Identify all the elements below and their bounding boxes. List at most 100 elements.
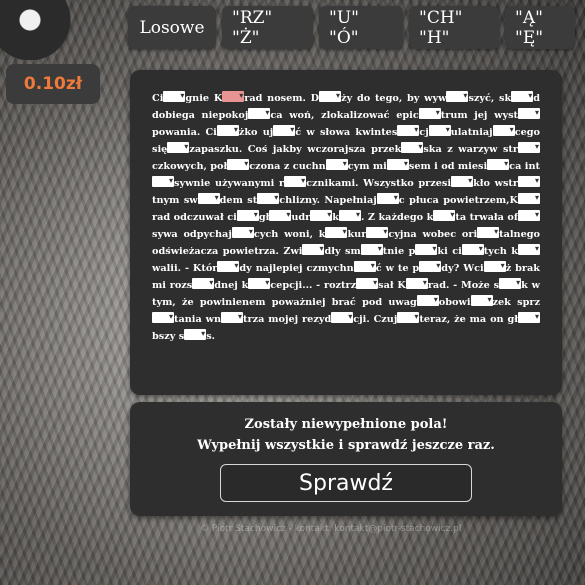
gap-dropdown[interactable] — [184, 325, 207, 342]
text-fragment: teraz, że ma on gł — [419, 314, 518, 325]
gap-dropdown[interactable] — [325, 155, 348, 172]
gap-dropdown[interactable] — [483, 257, 506, 274]
text-fragment: sywnie używanymi r — [174, 178, 285, 189]
gap-dropdown[interactable] — [152, 308, 174, 325]
gap-dropdown[interactable] — [360, 240, 383, 257]
text-fragment: rad nosem. D — [244, 93, 320, 104]
gap-dropdown[interactable] — [419, 257, 442, 274]
text-fragment: kur — [347, 229, 367, 240]
gap-dropdown[interactable] — [397, 121, 420, 138]
gap-dropdown[interactable] — [152, 172, 174, 189]
gap-dropdown[interactable] — [236, 206, 259, 223]
gap-dropdown[interactable] — [167, 138, 190, 155]
cat-logo-icon — [0, 0, 90, 60]
gap-dropdown[interactable] — [331, 308, 354, 325]
text-fragment: żko uj — [238, 127, 274, 138]
gap-dropdown[interactable] — [257, 189, 280, 206]
text-fragment: gł — [258, 212, 270, 223]
gap-dropdown[interactable] — [325, 223, 348, 240]
text-fragment: rad odczuwał ci — [152, 212, 237, 223]
gap-dropdown[interactable] — [197, 189, 220, 206]
gap-dropdown[interactable] — [470, 291, 493, 308]
gap-dropdown[interactable] — [433, 206, 456, 223]
text-fragment: udr — [291, 212, 311, 223]
text-fragment: cji. Czuj — [353, 314, 398, 325]
gap-dropdown[interactable] — [499, 274, 522, 291]
gap-dropdown[interactable] — [216, 121, 239, 138]
result-line-1: Zostały niewypełnione pola! — [244, 417, 448, 432]
gap-dropdown[interactable] — [227, 155, 250, 172]
gap-dropdown[interactable] — [518, 240, 540, 257]
gap-dropdown[interactable] — [248, 104, 271, 121]
gap-dropdown[interactable] — [222, 87, 245, 104]
gap-dropdown[interactable] — [492, 121, 515, 138]
tab-u-o[interactable]: "U" "Ó" — [319, 6, 403, 49]
price-badge: 0.10zł — [6, 64, 100, 104]
gap-dropdown[interactable] — [405, 274, 428, 291]
gap-dropdown[interactable] — [518, 104, 540, 121]
text-fragment: ży do tego, by wyw — [341, 93, 447, 104]
gap-dropdown[interactable] — [518, 138, 540, 155]
gap-dropdown[interactable] — [284, 172, 307, 189]
gap-dropdown[interactable] — [428, 121, 451, 138]
gap-dropdown[interactable] — [163, 87, 186, 104]
gap-dropdown[interactable] — [518, 206, 541, 223]
text-fragment: cym mi — [347, 161, 387, 172]
tab-ch-h[interactable]: "CH" "H" — [409, 6, 499, 49]
text-fragment: tnym sw — [152, 195, 198, 206]
result-panel: Zostały niewypełnione pola! Wypełnij wsz… — [130, 402, 562, 516]
gap-dropdown[interactable] — [401, 138, 424, 155]
gap-dropdown[interactable] — [518, 172, 540, 189]
text-fragment: cj — [419, 127, 429, 138]
gap-dropdown[interactable] — [217, 257, 240, 274]
gap-dropdown[interactable] — [511, 87, 534, 104]
text-fragment: dy najlepiej czmychn — [239, 263, 354, 274]
gap-dropdown[interactable] — [477, 223, 500, 240]
text-fragment: sywa odpychaj — [152, 229, 232, 240]
gap-dropdown[interactable] — [446, 87, 469, 104]
text-fragment: czkowych, poł — [152, 161, 228, 172]
gap-dropdown[interactable] — [302, 240, 325, 257]
check-button[interactable]: Sprawdź — [220, 464, 472, 502]
gap-dropdown[interactable] — [366, 223, 389, 240]
footer-credit: © Piotr Stachowicz - kontakt: kontakt@pi… — [200, 524, 462, 534]
text-fragment: tych k — [483, 246, 518, 257]
gap-dropdown[interactable] — [451, 172, 474, 189]
gap-dropdown[interactable] — [192, 274, 215, 291]
text-fragment: k — [332, 212, 339, 223]
gap-dropdown[interactable] — [386, 155, 409, 172]
gap-dropdown[interactable] — [487, 155, 510, 172]
gap-dropdown[interactable] — [356, 274, 379, 291]
gap-dropdown[interactable] — [376, 189, 399, 206]
text-fragment: ki ci — [437, 246, 462, 257]
gap-dropdown[interactable] — [353, 257, 376, 274]
text-fragment: bszy s — [152, 331, 185, 342]
gap-dropdown[interactable] — [338, 206, 361, 223]
text-fragment: trum jej wyst — [440, 110, 518, 121]
gap-dropdown[interactable] — [415, 240, 438, 257]
text-fragment: sem i od miesi — [408, 161, 488, 172]
gap-dropdown[interactable] — [517, 189, 540, 206]
gap-dropdown[interactable] — [416, 291, 439, 308]
result-message: Zostały niewypełnione pola! Wypełnij wsz… — [130, 414, 562, 456]
gap-dropdown[interactable] — [518, 308, 540, 325]
text-fragment: ta trwała of — [455, 212, 519, 223]
gap-dropdown[interactable] — [418, 104, 441, 121]
tab-losowe[interactable]: Losowe — [128, 6, 216, 49]
gap-dropdown[interactable] — [221, 308, 244, 325]
gap-dropdown[interactable] — [461, 240, 484, 257]
text-fragment: dły sm — [324, 246, 361, 257]
gap-dropdown[interactable] — [231, 223, 254, 240]
gap-dropdown[interactable] — [248, 274, 271, 291]
text-fragment: gnie K — [185, 93, 223, 104]
gap-dropdown[interactable] — [310, 206, 333, 223]
tab-a-e[interactable]: "Ą" "Ę" — [505, 6, 575, 49]
text-fragment: cznikami. Wszystko przesi — [306, 178, 452, 189]
text-fragment: tania wn — [174, 314, 222, 325]
gap-dropdown[interactable] — [397, 308, 420, 325]
gap-dropdown[interactable] — [273, 121, 296, 138]
tab-rz-z[interactable]: "RZ" "Ż" — [222, 6, 313, 49]
gap-dropdown[interactable] — [269, 206, 292, 223]
gap-dropdown[interactable] — [319, 87, 342, 104]
text-fragment: zek sprz — [492, 297, 540, 308]
